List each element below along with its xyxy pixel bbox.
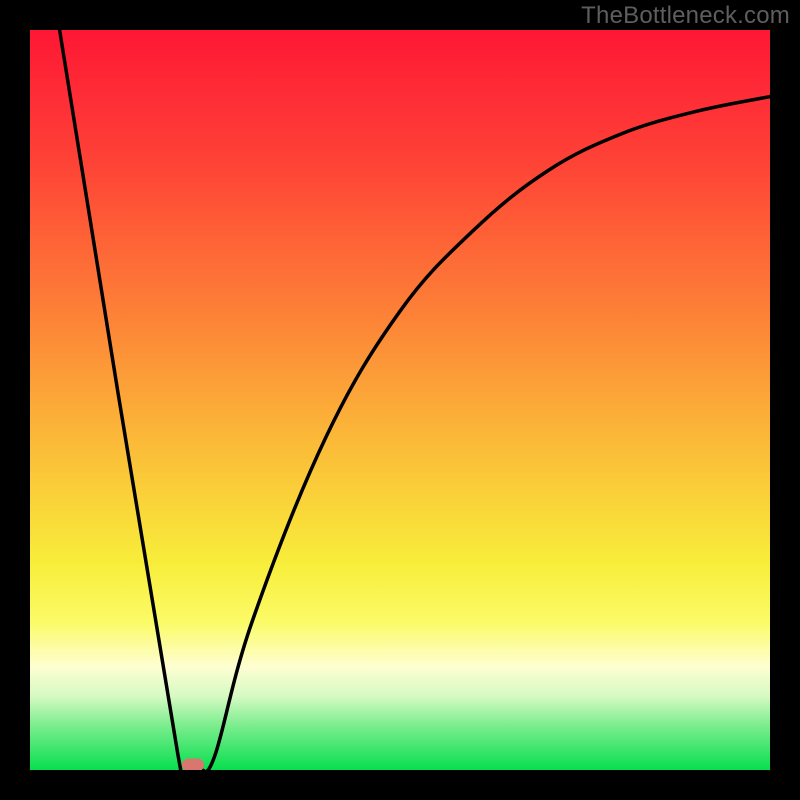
- curve-line: [30, 30, 770, 770]
- watermark-text: TheBottleneck.com: [581, 2, 790, 30]
- plot-area: [30, 30, 770, 770]
- minimum-marker: [182, 759, 204, 771]
- chart-container: TheBottleneck.com: [0, 0, 800, 800]
